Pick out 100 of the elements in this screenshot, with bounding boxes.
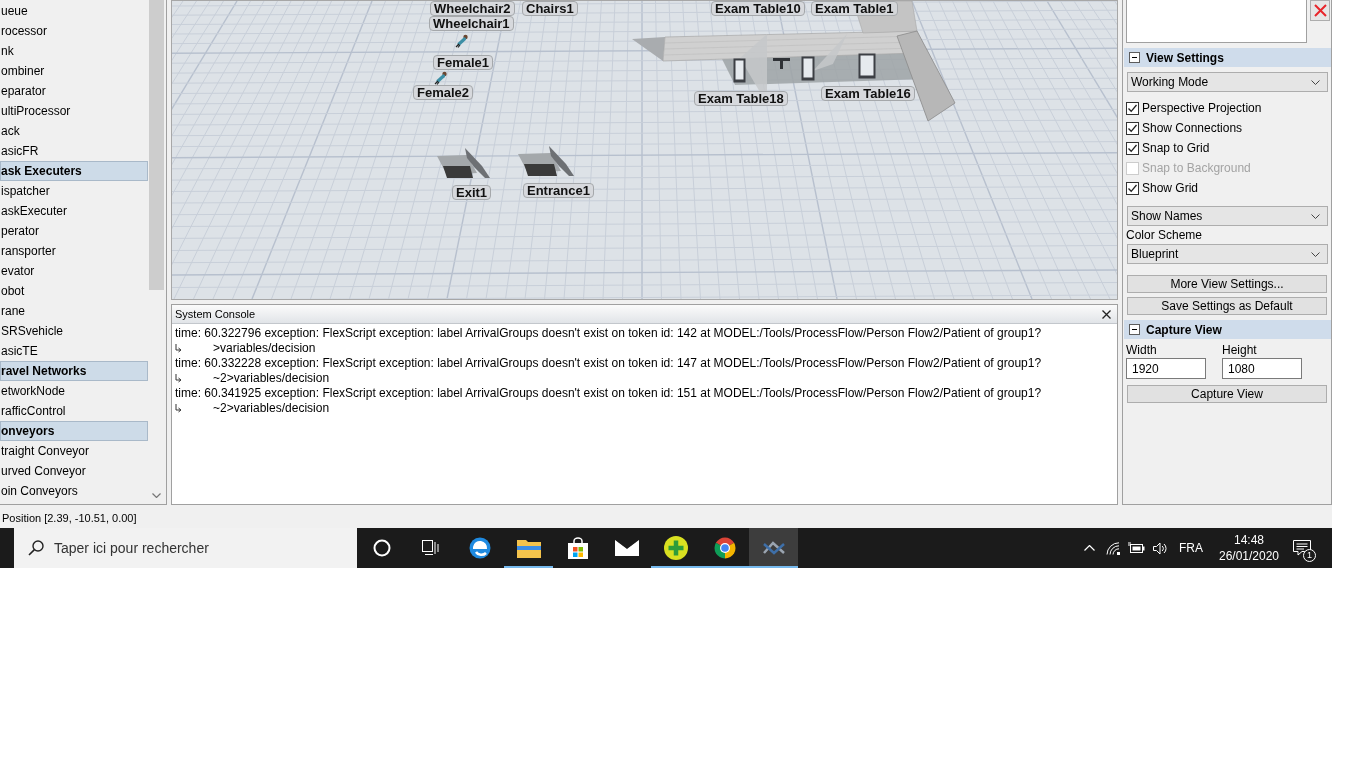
library-item[interactable]: evator (0, 261, 148, 281)
section-header[interactable]: Capture View (1124, 320, 1331, 339)
checkbox[interactable] (1126, 181, 1139, 195)
task-view-icon (421, 540, 440, 556)
chevron-down-icon (1311, 213, 1320, 219)
library-item[interactable]: perator (0, 221, 148, 241)
chevron-down-icon (1311, 79, 1320, 85)
person-icon (434, 71, 448, 85)
library-item[interactable]: oin Conveyors (0, 481, 148, 501)
width-field[interactable]: 1920 (1126, 358, 1206, 379)
dropdown[interactable]: Working Mode (1127, 72, 1328, 92)
list-box[interactable] (1126, 0, 1307, 43)
checkbox-label: Show Grid (1142, 181, 1199, 195)
language-button[interactable]: FRA (1172, 528, 1210, 568)
console-line: time: 60.341925 exception: FlexScript exception: label ArrivalGroups doesn't exist on token id: 151 at MODEL:/Tools/ProcessFlow/Person Flow2/Patient of group1? (175, 386, 1043, 401)
library-item[interactable]: asicTE (0, 341, 148, 361)
settings-button[interactable]: More View Settings... (1127, 275, 1327, 293)
console-line: >variables/decision (213, 341, 316, 356)
settings-button[interactable]: Save Settings as Default (1127, 297, 1327, 315)
plus-circle-icon (663, 536, 688, 560)
cross-icon (1313, 4, 1327, 17)
line-wrap-icon (175, 343, 182, 354)
chevron-down-icon (1311, 251, 1320, 257)
object-label: Chairs1 (522, 1, 578, 16)
object-label: Exam Table1 (811, 1, 898, 16)
collapse-icon (1129, 324, 1140, 335)
category-header[interactable]: onveyors (0, 421, 148, 441)
library-item[interactable]: rocessor (0, 21, 148, 41)
object-label: Exam Table18 (694, 91, 788, 106)
dropdown[interactable]: Show Names (1127, 206, 1328, 226)
remove-button[interactable] (1310, 0, 1330, 21)
console-line: ~2>variables/decision (213, 401, 330, 416)
folder-icon (516, 538, 541, 558)
library-item[interactable]: ombiner (0, 61, 148, 81)
field-label: Height (1222, 343, 1258, 357)
library-item[interactable]: etworkNode (0, 381, 148, 401)
category-header[interactable]: ravel Networks (0, 361, 148, 381)
shopping-bag-icon (566, 537, 589, 559)
speaker-icon[interactable] (1153, 541, 1167, 555)
checkbox[interactable] (1126, 141, 1139, 155)
object-label: Wheelchair2 (430, 1, 515, 16)
library-item[interactable]: eparator (0, 81, 148, 101)
checkbox[interactable] (1126, 121, 1139, 135)
object-label: Entrance1 (523, 183, 594, 198)
library-item[interactable]: asicFR (0, 141, 148, 161)
swirl-logo-icon (468, 537, 491, 559)
envelope-icon (614, 540, 639, 556)
message-icon[interactable] (1293, 540, 1311, 556)
category-header[interactable]: ask Executers (0, 161, 148, 181)
library-item[interactable]: obot (0, 281, 148, 301)
checkbox-label: Snap to Background (1142, 161, 1251, 175)
person-icon (455, 34, 469, 48)
ring-icon (372, 539, 391, 557)
checkbox-label: Snap to Grid (1142, 141, 1210, 155)
library-item[interactable]: ueue (0, 1, 148, 21)
clock-button[interactable]: 14:48 26/01/2020 (1210, 528, 1288, 568)
tricolor-circle-icon (713, 537, 736, 559)
line-wrap-icon (175, 373, 182, 384)
wifi-icon[interactable] (1105, 541, 1121, 555)
section-header[interactable]: View Settings (1124, 48, 1331, 67)
library-item[interactable]: traight Conveyor (0, 441, 148, 461)
height-field[interactable]: 1080 (1222, 358, 1302, 379)
library-item[interactable]: askExecuter (0, 201, 148, 221)
panel-title: System Console (175, 308, 256, 320)
field-label: Width (1126, 343, 1158, 357)
field-label: Color Scheme (1125, 228, 1204, 242)
capture-button[interactable]: Capture View (1127, 385, 1327, 403)
search-field[interactable]: Taper ici pour rechercher (14, 528, 357, 568)
library-item[interactable]: ransporter (0, 241, 148, 261)
chevron-up-icon[interactable] (1083, 545, 1095, 551)
object-label: Wheelchair1 (429, 16, 514, 31)
collapse-icon (1129, 52, 1140, 63)
console-line: time: 60.332228 exception: FlexScript exception: label ArrivalGroups doesn't exist on token id: 147 at MODEL:/Tools/ProcessFlow/Person Flow2/Patient of group1? (175, 356, 1043, 371)
object-label: Exam Table10 (711, 1, 805, 16)
library-item[interactable]: ack (0, 121, 148, 141)
checkbox-label: Show Connections (1142, 121, 1243, 135)
notification-badge: 1 (1303, 549, 1316, 562)
dropdown[interactable]: Blueprint (1127, 244, 1328, 264)
close-icon (1102, 309, 1111, 319)
app-logo-icon (762, 541, 785, 555)
library-item[interactable]: rafficControl (0, 401, 148, 421)
object-label: Exit1 (452, 185, 492, 200)
scrollbar-thumb[interactable] (149, 0, 164, 290)
library-item[interactable]: ispatcher (0, 181, 148, 201)
frame-icon (518, 146, 575, 176)
chevron-down-icon[interactable] (152, 493, 161, 498)
library-item[interactable]: nk (0, 41, 148, 61)
stand-icon (773, 58, 790, 69)
library-item[interactable]: rane (0, 301, 148, 321)
battery-icon[interactable] (1128, 542, 1145, 554)
library-item[interactable]: ultiProcessor (0, 101, 148, 121)
line-wrap-icon (175, 403, 182, 414)
checkbox[interactable] (1126, 101, 1139, 115)
close-button[interactable] (1100, 307, 1113, 321)
status-text: Position [2.39, -10.51, 0.00] (2, 512, 137, 524)
frame-icon (437, 148, 491, 178)
library-item[interactable]: urved Conveyor (0, 461, 148, 481)
checkbox-label: Perspective Projection (1142, 101, 1262, 115)
library-item[interactable]: SRSvehicle (0, 321, 148, 341)
console-line: ~2>variables/decision (213, 371, 330, 386)
